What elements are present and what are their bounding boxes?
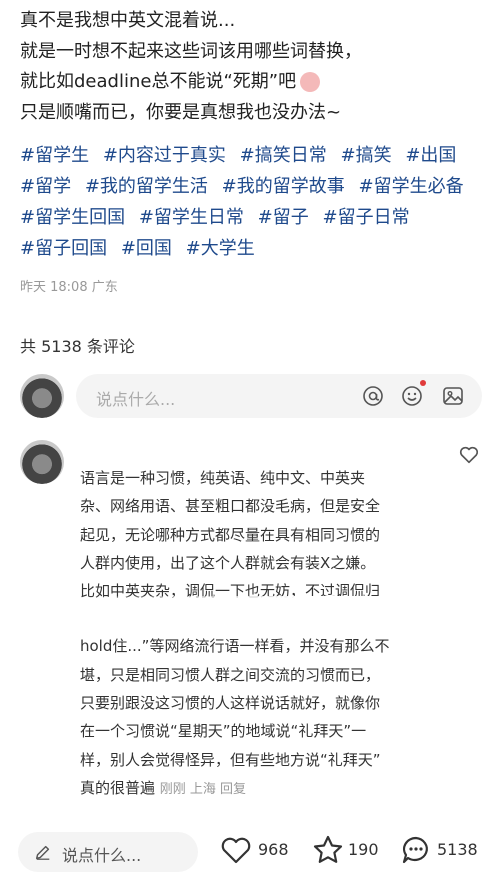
bottom-bar: 说点什么... 968 190 5138 (0, 820, 500, 880)
post-line: 真不是我想中英文混着说... (20, 10, 236, 31)
hashtag[interactable]: #留子 (258, 207, 309, 228)
comment-meta[interactable]: 刚刚 上海 回复 (160, 782, 246, 797)
text-fade-overlay (76, 596, 406, 624)
like-icon[interactable] (220, 835, 252, 865)
post-line: 就比如deadline总不能说“死期”吧 (20, 71, 297, 92)
post-line: 就是一时想不起来这些词该用哪些词替换， (20, 40, 362, 62)
bottom-comment-input[interactable]: 说点什么... (18, 832, 198, 872)
hashtag[interactable]: #内容过于真实 (103, 145, 226, 166)
comment-count: 共 5138 条评论 (20, 337, 135, 356)
comment-input-placeholder: 说点什么... (96, 390, 176, 409)
comment-line: 样，别人会觉得怪异，但有些地方说“礼拜天” (80, 750, 381, 769)
comment-line: 只要别跟没这习惯的人这样说话就好，就像你 (80, 694, 381, 713)
hashtag[interactable]: #大学生 (186, 238, 255, 259)
post-body: 真不是我想中英文混着说... 就是一时想不起来这些词该用哪些词替换， 就比如de… (20, 6, 490, 128)
at-icon[interactable] (362, 385, 384, 407)
comment-line: 语言是一种习惯，纯英语、纯中文、中英夹 (80, 469, 366, 487)
comment-line: 杂、网络用语、甚至粗口都没毛病，但是安全 (80, 497, 381, 516)
comment-body: 语言是一种习惯，纯英语、纯中文、中英夹 杂、网络用语、甚至粗口都没毛病，但是安全… (80, 464, 440, 804)
hashtag[interactable]: #我的留学生活 (85, 176, 208, 197)
avatar[interactable] (20, 374, 64, 418)
comment-line: 在一个习惯说“星期天”的地域说“礼拜天”一 (80, 722, 367, 741)
star-icon[interactable] (312, 834, 344, 866)
notification-dot (420, 380, 426, 386)
comment-last-text: 真的很普遍 (80, 778, 156, 797)
commenter-avatar[interactable] (20, 440, 64, 484)
post-meta: 昨天 18:08 广东 (20, 280, 118, 295)
comment-line: 起见，无论哪种方式都尽量在具有相同习惯的 (80, 525, 381, 544)
hashtag[interactable]: #留学生必备 (358, 176, 463, 197)
hashtag[interactable]: #搞笑 (340, 145, 391, 166)
emoji-icon (300, 72, 321, 92)
hashtag[interactable]: #回国 (121, 238, 172, 259)
comment-line: 人群内使用，出了这个人群就会有装X之嫌。 (80, 553, 376, 572)
pencil-icon (35, 845, 50, 860)
image-icon[interactable] (442, 385, 464, 407)
comment-input[interactable]: 说点什么... (76, 374, 482, 418)
bottom-input-placeholder: 说点什么... (62, 846, 142, 865)
post-line: 只是顺嘴而已，你要是真想我也没办法~ (20, 101, 342, 123)
hashtag[interactable]: #留子日常 (322, 207, 409, 228)
heart-icon[interactable] (458, 444, 480, 466)
hashtag[interactable]: #留学 (20, 176, 71, 197)
hashtag[interactable]: #留学生回国 (20, 207, 125, 228)
comment-line: 堪，只是相同习惯人群之间交流的习惯而已， (80, 665, 381, 684)
comment-line: 真的很普遍 刚刚 上海 回复 (80, 774, 440, 804)
emoji-icon[interactable] (401, 385, 423, 407)
hashtag[interactable]: #留子回国 (20, 238, 107, 259)
comment-icon[interactable] (400, 834, 432, 866)
hashtag-list: #留学生 #内容过于真实 #搞笑日常 #搞笑 #出国 #留学 #我的留学生活 #… (20, 140, 490, 264)
hashtag[interactable]: #搞笑日常 (240, 145, 327, 166)
like-count: 968 (258, 840, 289, 859)
hashtag[interactable]: #我的留学故事 (222, 176, 345, 197)
hashtag[interactable]: #留学生日常 (139, 207, 244, 228)
comment-line: hold住...”等网络流行语一样看，并没有那么不 (80, 637, 390, 656)
star-count: 190 (348, 840, 379, 859)
hashtag[interactable]: #出国 (405, 145, 456, 166)
hashtag[interactable]: #留学生 (20, 145, 89, 166)
comment-total: 5138 (437, 840, 478, 859)
